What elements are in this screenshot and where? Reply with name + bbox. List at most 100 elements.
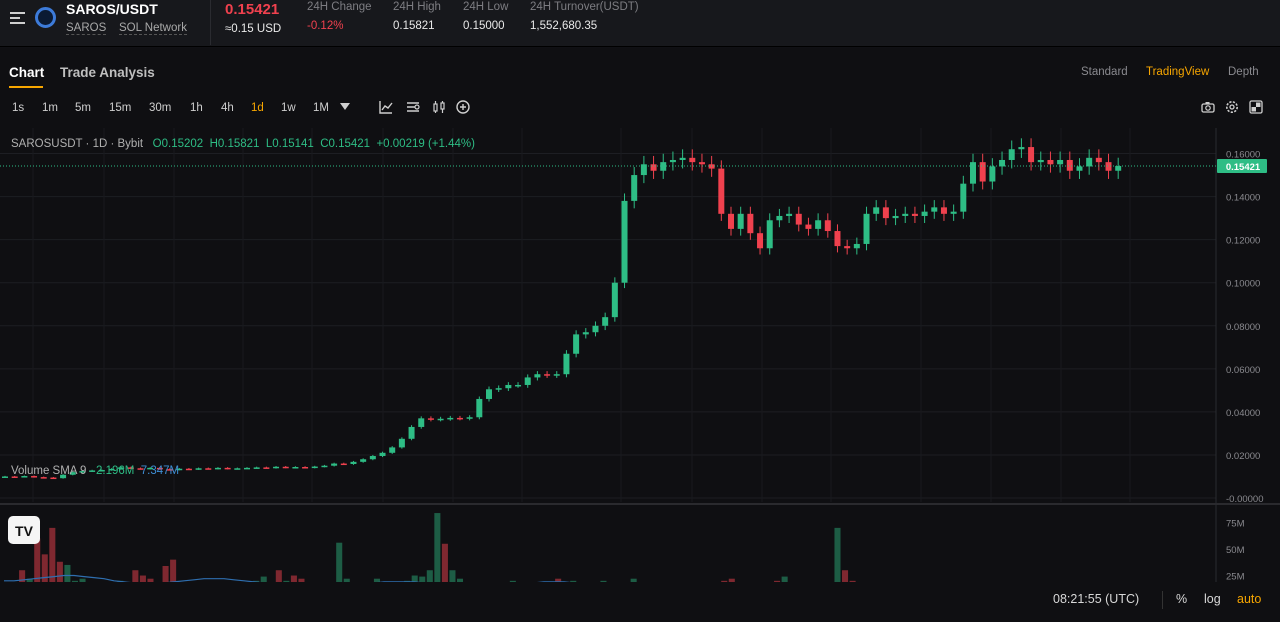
volume-bar [509,580,516,582]
candle-body [185,468,192,471]
candle-body [611,282,618,318]
price-chart[interactable]: 0.16000 0.14000 0.12000 0.10000 0.08000 0.060… [0,128,1280,582]
candle-body [795,213,802,225]
candle-body [940,207,947,214]
candle-body [621,200,628,283]
log-scale-toggle[interactable]: log [1204,592,1221,606]
candle-body [456,417,463,420]
timeframe-1s[interactable]: 1s [12,102,24,114]
timeframe-1h[interactable]: 1h [190,102,203,114]
timeframe-1M[interactable]: 1M [313,102,329,114]
candle-body [602,317,609,326]
settings-gear-icon[interactable] [1225,100,1239,114]
candle-body [447,417,454,420]
volume-tick-label: 50M [1226,545,1245,556]
volume-bar [449,570,456,582]
volume-bar [139,575,146,582]
volume-bar [71,580,78,582]
camera-icon[interactable] [1201,100,1215,114]
volume-legend-label: Volume SMA 9 [11,465,87,477]
candle-body [476,398,483,418]
candle-body [747,213,754,234]
view-tradingview[interactable]: TradingView [1146,66,1209,78]
utc-clock[interactable]: 08:21:55 (UTC) [1053,592,1139,606]
timeframe-dropdown-icon[interactable] [340,103,350,111]
candle-body [805,224,812,229]
auto-scale-toggle[interactable]: auto [1237,592,1261,606]
fullscreen-icon[interactable] [1249,100,1263,114]
stat-value-turnover: 1,552,680.35 [530,20,598,32]
volume-bar [781,576,788,582]
volume-bar [411,575,418,582]
volume-bar [630,578,637,582]
timeframe-1d[interactable]: 1d [251,102,264,114]
timeframe-5m[interactable]: 5m [75,102,91,114]
candle-body [786,213,793,216]
add-indicator-icon[interactable] [456,100,470,114]
candle-type-icon[interactable] [432,100,446,114]
candle-body [950,211,957,214]
volume-bar [834,527,841,582]
view-standard[interactable]: Standard [1081,66,1128,78]
candle-body [815,220,822,229]
volume-bar [34,538,41,582]
volume-bar [170,559,177,582]
candle-body [631,175,638,201]
legend-symbol: SAROSUSDT · 1D · Bybit [11,138,144,150]
candle-body [853,243,860,249]
volume-bar [842,570,849,582]
candle-body [350,461,357,464]
view-depth[interactable]: Depth [1228,66,1259,78]
candle-body [311,466,318,469]
y-tick-label: 0.12000 [1226,236,1260,247]
candle-body [989,166,996,182]
timeframe-1m[interactable]: 1m [42,102,58,114]
candle-body [921,211,928,216]
candle-body [321,465,328,468]
timeframe-4h[interactable]: 4h [221,102,234,114]
percent-scale-toggle[interactable]: % [1176,592,1187,606]
base-asset[interactable]: SAROS [66,22,107,35]
candle-body [669,159,676,163]
pair-title[interactable]: SAROS/USDT [66,1,158,17]
chart-legend: SAROSUSDT · 1D · Bybit O0.15202 H0.15821… [11,138,475,150]
tab-chart-underline [9,86,43,88]
timeframe-1w[interactable]: 1w [281,102,296,114]
candle-body [515,384,522,387]
volume-bar [162,566,169,582]
y-tick-label: 0.02000 [1226,451,1260,462]
volume-bar [298,578,305,582]
timeframe-15m[interactable]: 15m [109,102,131,114]
tab-chart[interactable]: Chart [9,65,44,80]
candle-body [1086,157,1093,167]
candle-body [389,447,396,453]
candle-body [418,418,425,427]
volume-value-2: 7.347M [140,465,180,477]
volume-bar [64,564,71,582]
y-tick-label: 0.08000 [1226,322,1260,333]
candle-body [302,466,309,469]
candle-body [214,467,221,470]
candle-body [50,477,57,480]
legend-low: L0.15141 [265,138,314,150]
indicators-icon[interactable] [406,100,420,114]
tab-trade-analysis[interactable]: Trade Analysis [60,65,155,80]
volume-bar [343,578,350,582]
candle-body [698,162,705,165]
candle-body [902,213,909,216]
volume-bar [774,580,781,582]
stat-value-low: 0.15000 [463,20,505,32]
menu-icon[interactable] [10,12,25,24]
y-tick-label: 0.16000 [1226,150,1260,161]
candle-body [263,467,270,469]
volume-bar [336,542,343,582]
stat-label-turnover: 24H Turnover(USDT) [530,1,639,13]
indicator-chart-icon[interactable] [379,100,393,114]
volume-value-1: 2.196M [96,465,135,477]
timeframe-30m[interactable]: 30m [149,102,171,114]
candle-body [689,157,696,163]
candle-body [505,384,512,389]
network-label[interactable]: SOL Network [119,22,187,35]
candle-body [224,467,231,470]
volume-bar [373,578,380,582]
